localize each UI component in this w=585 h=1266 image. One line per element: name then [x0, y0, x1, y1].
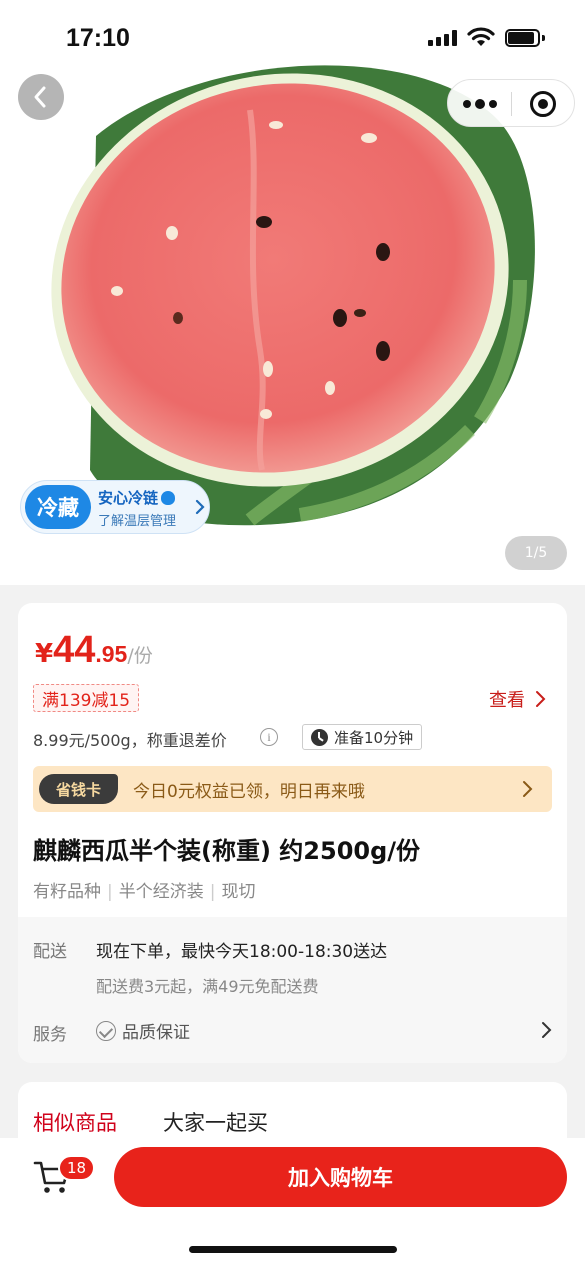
price-currency: ¥	[35, 639, 54, 669]
chevron-right-icon	[523, 781, 533, 797]
cold-storage-chip: 冷藏	[25, 485, 91, 529]
saver-card-text: 今日0元权益已领，明日再来哦	[133, 782, 365, 802]
cold-chain-subtitle: 了解温层管理	[98, 514, 177, 529]
mini-program-capsule	[447, 79, 575, 127]
wifi-icon	[467, 27, 495, 46]
tab-similar-products[interactable]: 相似商品	[33, 1107, 117, 1137]
product-title: 麒麟西瓜半个装(称重) 约2500g/份	[33, 837, 421, 865]
view-promo-link[interactable]: 查看	[489, 686, 547, 712]
saver-card-bar[interactable]: 省钱卡 今日0元权益已领，明日再来哦	[33, 766, 552, 812]
home-indicator	[189, 1246, 397, 1253]
unit-price: 8.99元/500g，称重退差价	[33, 731, 227, 750]
tab-buy-together[interactable]: 大家一起买	[163, 1107, 268, 1137]
delivery-label: 配送	[33, 942, 67, 962]
page-indicator: 1/5	[505, 536, 567, 570]
product-tags: 有籽品种 | 半个经济装 | 现切	[33, 882, 256, 902]
delivery-service-section: 配送 现在下单，最快今天18:00-18:30送达 配送费3元起，满49元免配送…	[18, 917, 567, 1063]
delivery-fee: 配送费3元起，满49元免配送费	[96, 977, 319, 996]
chevron-right-icon	[195, 499, 205, 515]
status-bar: 17:10	[0, 0, 585, 80]
price: ¥44.95/份	[35, 629, 153, 679]
back-arrow-icon	[34, 86, 46, 108]
delivery-time: 现在下单，最快今天18:00-18:30送达	[96, 942, 388, 962]
shield-icon	[161, 491, 176, 505]
saver-card-chip: 省钱卡	[39, 774, 118, 804]
cold-chain-badge[interactable]: 冷藏 安心冷链 了解温层管理	[20, 480, 210, 534]
view-label: 查看	[489, 690, 525, 711]
info-icon[interactable]: i	[260, 728, 278, 746]
price-integer: 44	[53, 629, 96, 671]
status-time: 17:10	[66, 24, 130, 52]
prep-time-label: 准备10分钟	[334, 728, 414, 747]
product-info-card: ¥44.95/份 满139减15 查看 8.99元/500g，称重退差价 i 准…	[18, 603, 567, 1063]
service-label: 服务	[33, 1025, 67, 1045]
clock-icon	[311, 728, 328, 746]
add-to-cart-button[interactable]: 加入购物车	[114, 1147, 567, 1207]
price-unit: /份	[127, 645, 153, 667]
check-circle-icon	[96, 1020, 116, 1041]
promo-tag[interactable]: 满139减15	[33, 684, 140, 712]
back-button[interactable]	[18, 74, 64, 120]
cart-count-badge: 18	[58, 1155, 96, 1181]
chevron-right-icon[interactable]	[541, 1021, 553, 1039]
target-icon[interactable]	[530, 91, 556, 117]
capsule-divider	[511, 92, 512, 116]
quality-guarantee: 品质保证	[122, 1023, 190, 1043]
product-tag: 半个经济装	[118, 882, 204, 902]
cold-chain-title: 安心冷链	[98, 487, 176, 508]
bottom-action-bar: 18 加入购物车	[0, 1138, 585, 1266]
battery-icon	[505, 29, 545, 47]
price-decimal: .95	[95, 641, 128, 667]
service-row[interactable]: 品质保证	[96, 1018, 190, 1043]
product-image-gallery[interactable]: 冷藏 安心冷链 了解温层管理 1/5	[0, 0, 585, 585]
product-tag: 有籽品种	[33, 882, 101, 902]
more-dots-icon[interactable]	[463, 94, 497, 114]
product-tag: 现切	[221, 882, 256, 902]
chevron-right-icon	[536, 691, 546, 707]
signal-icon	[428, 30, 458, 46]
prep-time-tag: 准备10分钟	[302, 724, 423, 750]
